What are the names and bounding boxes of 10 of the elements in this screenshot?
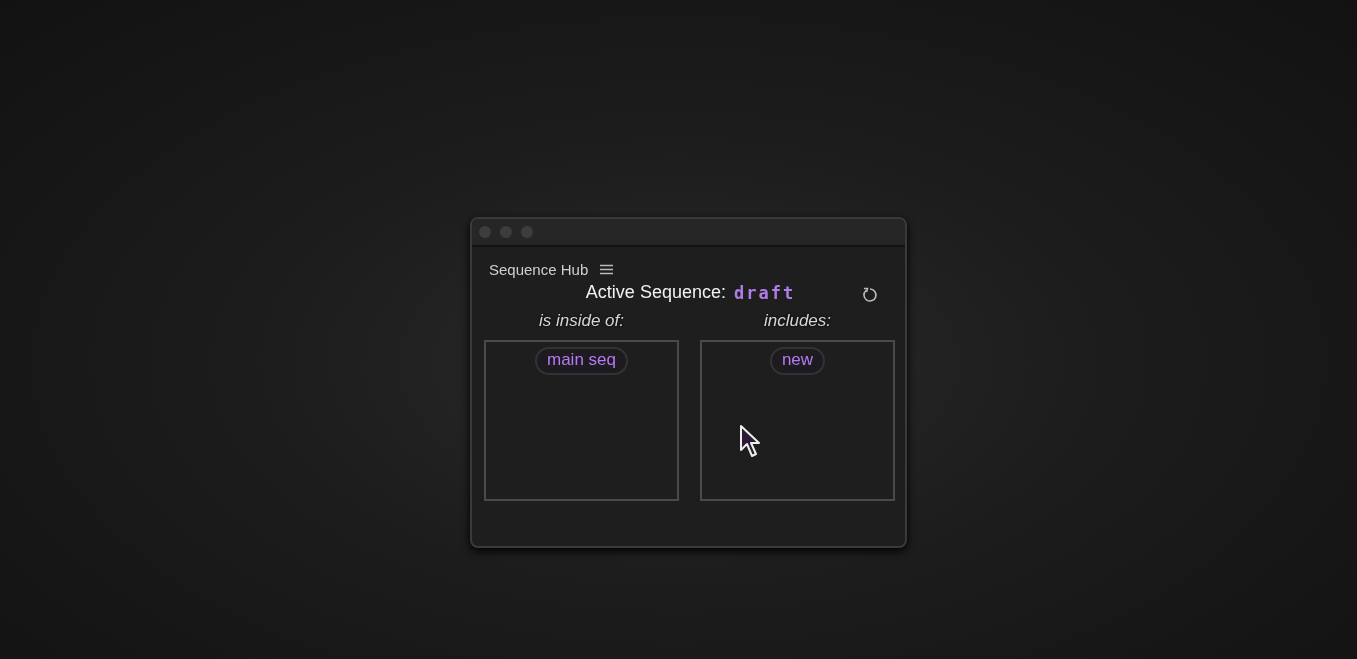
refresh-icon[interactable] [861, 286, 879, 304]
column-heading: includes: [763, 311, 832, 331]
sequence-tag[interactable]: new [769, 347, 826, 375]
cursor-icon [739, 424, 763, 460]
active-sequence-label: Active Sequence: [585, 282, 726, 303]
sequence-tag[interactable]: main seq [535, 347, 628, 375]
menu-icon[interactable] [600, 264, 614, 275]
panel-title: Sequence Hub [489, 261, 589, 278]
active-sequence-value: draft [733, 282, 796, 303]
column-heading: is inside of: [538, 311, 624, 331]
